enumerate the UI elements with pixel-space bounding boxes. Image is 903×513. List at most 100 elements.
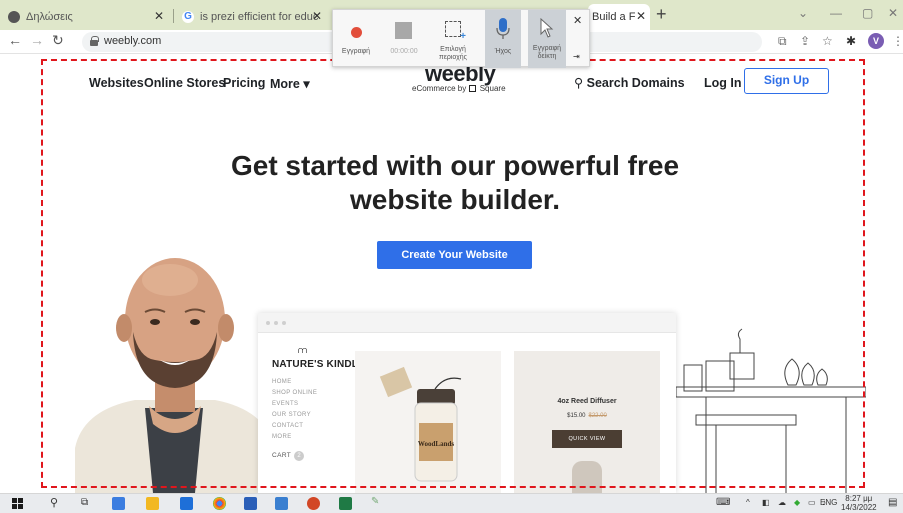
clock-time: 8:27 μμ (845, 494, 873, 503)
quick-view-button[interactable]: QUICK VIEW (552, 430, 622, 448)
store-menu-more: MORE (272, 434, 292, 440)
close-icon[interactable]: ✕ (636, 9, 646, 23)
cart-label: CART (272, 452, 292, 459)
powerpoint-icon[interactable] (307, 497, 320, 510)
share-icon[interactable]: ⇪ (800, 34, 810, 48)
calculator-icon[interactable] (112, 497, 125, 510)
nav-online-stores[interactable]: Online Stores (144, 76, 225, 90)
tab-google-search[interactable]: G is prezi efficient for education - ✕ (174, 4, 330, 30)
login-link[interactable]: Log In (704, 76, 742, 90)
url-text: weebly.com (104, 35, 162, 47)
window-dot (274, 321, 278, 325)
nav-pricing[interactable]: Pricing (223, 76, 265, 90)
star-icon[interactable]: ☆ (822, 34, 833, 48)
square-icon (469, 85, 477, 92)
store-preview-window: ⩋ NATURE'S KINDLE HOME SHOP ONLINE EVENT… (258, 313, 676, 493)
product-card-candle: WoodLands (355, 351, 501, 493)
screen-recorder-panel: Εγγραφή 00:00:00 Επιλογή περιοχής Ήχος Ε… (332, 9, 590, 68)
search-domains-label: Search Domains (586, 76, 685, 90)
logo-sub-prefix: eCommerce by (412, 84, 467, 93)
app-icon[interactable] (275, 497, 288, 510)
audio-label: Ήχος (494, 48, 512, 55)
chevron-up-icon[interactable]: ^ (746, 498, 750, 507)
store-menu-contact: CONTACT (272, 423, 304, 429)
pin-icon[interactable]: ⇥ (573, 52, 580, 61)
task-view-icon[interactable]: ⧉ (81, 497, 88, 508)
tray-app-icon[interactable]: ◧ (762, 498, 770, 507)
record-icon (351, 27, 362, 38)
reload-icon[interactable]: ↻ (52, 32, 64, 49)
info-icon (8, 11, 20, 23)
product-card-diffuser: 4oz Reed Diffuser $15.00 $22.00 QUICK VIE… (514, 351, 660, 493)
record-cursor-button[interactable]: Εγγραφή δείκτη (528, 10, 566, 68)
stop-button[interactable]: 00:00:00 (385, 10, 423, 68)
search-icon[interactable]: ⚲ (50, 496, 58, 509)
network-icon[interactable]: ▭ (808, 498, 816, 507)
diffuser-bottle-image (572, 461, 602, 493)
clock-date: 14/3/2022 (841, 503, 877, 512)
close-icon[interactable]: ✕ (154, 9, 164, 23)
nav-more[interactable]: More ▾ (270, 76, 310, 91)
lang-text: ENG (820, 498, 838, 507)
extensions-icon[interactable]: ✱ (846, 34, 856, 48)
chevron-down-icon[interactable]: ⌄ (798, 6, 808, 20)
tab-weebly[interactable]: Build a Free ✕ (588, 4, 650, 30)
menu-icon[interactable]: ⋮ (892, 34, 903, 48)
furniture-line-art (676, 328, 866, 493)
search-icon: ⚲ (574, 76, 584, 90)
hero-person-image (75, 258, 275, 493)
windows-taskbar: ⚲ ⧉ ✎ ⌨ ^ ◧ ☁ ◆ ▭ ♪ ENG 8:27 μμ 14/3/202… (0, 493, 903, 513)
close-icon[interactable]: ✕ (573, 14, 582, 27)
store-cart: CART 2 (272, 451, 305, 461)
windows-start-icon[interactable] (12, 498, 23, 509)
cursor-icon (540, 18, 554, 38)
store-name: NATURE'S KINDLE (272, 359, 365, 370)
tab-declarations[interactable]: Δηλώσεις ✕ (0, 4, 172, 30)
jar-label: WoodLands (418, 440, 454, 448)
translate-icon[interactable]: ⧉ (778, 34, 787, 49)
store-menu-home: HOME (272, 379, 292, 385)
search-domains-link[interactable]: ⚲ Search Domains (574, 75, 685, 90)
keyboard-icon[interactable]: ⌨ (716, 497, 730, 508)
candle-jar-image: WoodLands (379, 366, 462, 482)
file-explorer-icon[interactable] (146, 497, 159, 510)
signup-button[interactable]: Sign Up (744, 68, 829, 94)
logo-subtitle: eCommerce by Square (412, 84, 506, 93)
cloud-icon[interactable]: ☁ (778, 498, 786, 507)
select-area-button[interactable]: Επιλογή περιοχής (431, 10, 475, 68)
deer-logo-icon: ⩋ (298, 345, 308, 355)
nav-websites[interactable]: Websites (89, 76, 144, 90)
google-icon: G (182, 11, 194, 23)
notifications-icon[interactable]: ▤ (888, 497, 897, 508)
screen: Δηλώσεις ✕ G is prezi efficient for educ… (0, 0, 903, 513)
logo-sub-brand: Square (479, 84, 506, 93)
back-icon[interactable]: ← (8, 32, 22, 48)
product-price: $15.00 (567, 413, 586, 419)
stop-icon (395, 22, 412, 39)
window-dot (266, 321, 270, 325)
word-icon[interactable] (244, 497, 257, 510)
excel-icon[interactable] (339, 497, 352, 510)
chrome-icon[interactable] (213, 497, 226, 510)
window-dot (282, 321, 286, 325)
shield-icon[interactable]: ◆ (794, 498, 800, 507)
tab-title: is prezi efficient for education - (200, 11, 318, 23)
maximize-icon[interactable]: ▢ (862, 6, 873, 20)
close-icon[interactable]: ✕ (312, 9, 322, 23)
headline-line-1: Get started with our powerful free (230, 150, 680, 181)
close-window-icon[interactable]: ✕ (888, 6, 898, 20)
forward-icon[interactable]: → (30, 32, 44, 48)
taskbar-clock[interactable]: 8:27 μμ 14/3/2022 (841, 494, 877, 512)
new-tab-icon[interactable]: + (656, 4, 667, 25)
profile-avatar[interactable]: V (868, 33, 884, 49)
cursor-label: Εγγραφή δείκτη (532, 45, 562, 60)
timer-label: 00:00:00 (390, 48, 418, 55)
paint-icon[interactable]: ✎ (371, 496, 379, 507)
mail-icon[interactable] (180, 497, 193, 510)
record-button[interactable]: Εγγραφή (333, 10, 379, 68)
audio-button[interactable]: Ήχος (485, 10, 521, 68)
minimize-icon[interactable]: — (830, 6, 842, 20)
lock-icon (90, 36, 99, 46)
create-website-button[interactable]: Create Your Website (377, 241, 532, 269)
store-menu-story: OUR STORY (272, 412, 312, 418)
